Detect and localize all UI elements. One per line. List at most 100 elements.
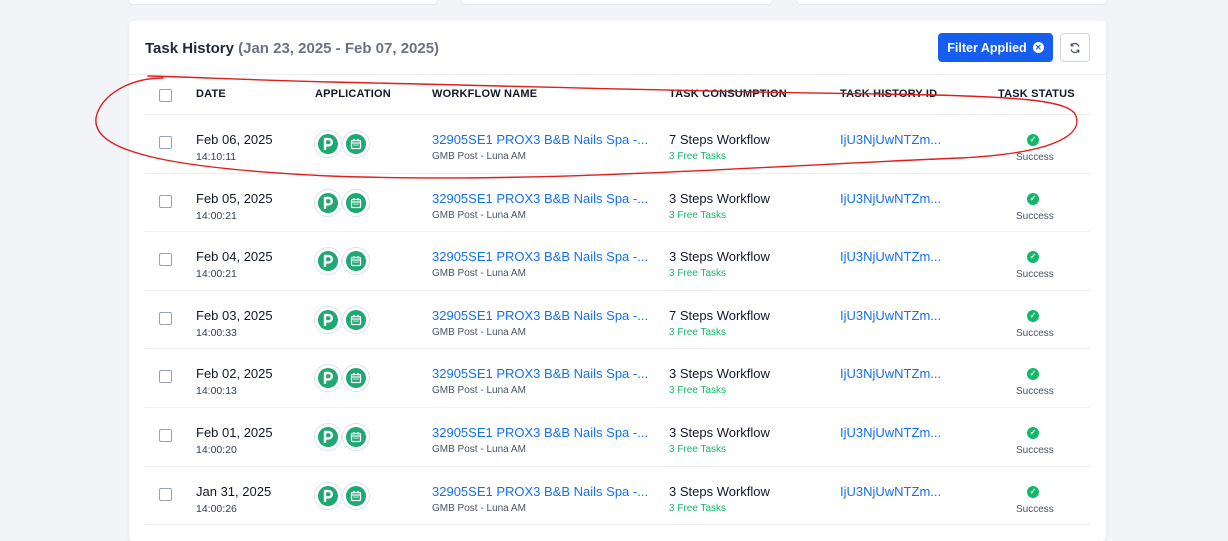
task-consumption: 7 Steps Workflow — [669, 132, 770, 147]
date-range: (Jan 23, 2025 - Feb 07, 2025) — [238, 40, 440, 57]
check-circle-icon: ✓ — [1027, 192, 1039, 205]
panel-header: Task History (Jan 23, 2025 - Feb 07, 202… — [129, 21, 1106, 75]
check-circle-icon: ✓ — [1027, 427, 1039, 439]
workflow-name-link[interactable]: 32905SE1 PROX3 B&B Nails Spa -... — [432, 191, 648, 206]
pabbly-p-icon — [314, 481, 342, 510]
status-badge: Success — [1016, 445, 1054, 456]
row-checkbox[interactable] — [159, 136, 172, 149]
row-time: 14:00:33 — [196, 326, 237, 339]
summary-card — [797, 0, 1106, 4]
status-badge: Success — [1016, 152, 1054, 163]
pabbly-p-icon — [314, 130, 342, 158]
column-header-workflow-name[interactable]: WORKFLOW NAME — [432, 88, 537, 100]
workflow-subtitle: GMB Post - Luna AM — [432, 444, 526, 455]
refresh-icon — [1070, 42, 1080, 53]
free-tasks-label: 3 Free Tasks — [669, 209, 727, 221]
free-tasks-label: 3 Free Tasks — [669, 502, 727, 514]
free-tasks-label: 3 Free Tasks — [669, 385, 727, 397]
task-consumption: 3 Steps Workflow — [669, 249, 770, 265]
calendar-schedule-icon — [342, 481, 370, 510]
table-row[interactable]: Feb 06, 2025 14:10:11 32905SE1 PROX3 B&B… — [145, 115, 1090, 174]
table-row[interactable]: Feb 04, 2025 14:00:21 32905SE1 PROX3 B&B… — [145, 232, 1090, 291]
status-badge: Success — [1016, 503, 1054, 515]
task-history-id-link[interactable]: IjU3NjUwNTZm... — [840, 308, 941, 323]
task-history-panel: Task History (Jan 23, 2025 - Feb 07, 202… — [129, 21, 1106, 541]
workflow-subtitle: GMB Post - Luna AM — [432, 268, 526, 280]
table-row[interactable]: Feb 01, 2025 14:00:20 32905SE1 PROX3 B&B… — [145, 408, 1090, 467]
row-time: 14:00:20 — [196, 444, 237, 456]
refresh-button[interactable] — [1060, 33, 1090, 62]
filter-button-label: Filter Applied — [947, 40, 1027, 55]
workflow-subtitle: GMB Post - Luna AM — [432, 151, 526, 162]
workflow-subtitle: GMB Post - Luna AM — [432, 326, 526, 338]
pabbly-p-icon — [314, 188, 342, 217]
task-history-id-link[interactable]: IjU3NjUwNTZm... — [840, 132, 941, 147]
status-badge: Success — [1016, 210, 1054, 222]
row-checkbox[interactable] — [159, 311, 172, 325]
row-date: Jan 31, 2025 — [196, 483, 272, 499]
table-row[interactable]: Jan 31, 2025 14:00:26 32905SE1 PROX3 B&B… — [145, 467, 1090, 526]
column-header-task-status[interactable]: TASK STATUS — [998, 88, 1075, 100]
check-circle-icon: ✓ — [1027, 485, 1039, 498]
task-history-id-link[interactable]: IjU3NjUwNTZm... — [840, 191, 941, 206]
task-history-id-link[interactable]: IjU3NjUwNTZm... — [840, 249, 941, 264]
row-checkbox[interactable] — [159, 429, 172, 442]
column-header-task-consumption[interactable]: TASK CONSUMPTION — [669, 88, 787, 100]
status-badge: Success — [1016, 269, 1054, 281]
pabbly-p-icon — [314, 423, 342, 451]
column-header-task-history-id[interactable]: TASK HISTORY ID — [840, 88, 937, 100]
row-time: 14:00:21 — [196, 209, 237, 222]
select-all-checkbox[interactable] — [159, 89, 172, 102]
row-date: Feb 04, 2025 — [196, 249, 273, 265]
table-header: DATE APPLICATION WORKFLOW NAME TASK CONS… — [145, 75, 1090, 115]
status-badge: Success — [1016, 386, 1054, 398]
workflow-subtitle: GMB Post - Luna AM — [432, 385, 526, 397]
page-title: Task History (Jan 23, 2025 - Feb 07, 202… — [145, 40, 439, 57]
check-circle-icon: ✓ — [1027, 134, 1039, 146]
column-header-application[interactable]: APPLICATION — [315, 88, 391, 100]
top-cards — [0, 0, 1228, 6]
row-date: Feb 01, 2025 — [196, 425, 273, 440]
table-row[interactable]: Feb 02, 2025 14:00:13 32905SE1 PROX3 B&B… — [145, 349, 1090, 408]
filter-applied-button[interactable]: Filter Applied ✕ — [938, 33, 1053, 62]
table-row[interactable]: Feb 05, 2025 14:00:21 32905SE1 PROX3 B&B… — [145, 174, 1090, 233]
row-date: Feb 02, 2025 — [196, 366, 273, 382]
workflow-subtitle: GMB Post - Luna AM — [432, 502, 526, 514]
task-consumption: 3 Steps Workflow — [669, 190, 770, 206]
row-checkbox[interactable] — [159, 487, 172, 501]
free-tasks-label: 3 Free Tasks — [669, 326, 727, 338]
row-checkbox[interactable] — [159, 253, 172, 267]
status-badge: Success — [1016, 327, 1054, 339]
free-tasks-label: 3 Free Tasks — [669, 268, 727, 280]
workflow-name-link[interactable]: 32905SE1 PROX3 B&B Nails Spa -... — [432, 366, 648, 381]
column-header-date[interactable]: DATE — [196, 88, 226, 100]
calendar-schedule-icon — [342, 130, 370, 158]
task-history-id-link[interactable]: IjU3NjUwNTZm... — [840, 425, 941, 440]
calendar-schedule-icon — [342, 423, 370, 451]
row-checkbox[interactable] — [159, 370, 172, 384]
task-history-id-link[interactable]: IjU3NjUwNTZm... — [840, 366, 941, 381]
task-consumption: 3 Steps Workflow — [669, 366, 770, 382]
check-circle-icon: ✓ — [1027, 368, 1039, 381]
task-consumption: 7 Steps Workflow — [669, 307, 770, 323]
workflow-name-link[interactable]: 32905SE1 PROX3 B&B Nails Spa -... — [432, 132, 648, 147]
row-time: 14:00:13 — [196, 385, 237, 398]
clear-filter-icon[interactable]: ✕ — [1032, 42, 1044, 53]
table-row[interactable]: Feb 03, 2025 14:00:33 32905SE1 PROX3 B&B… — [145, 291, 1090, 350]
row-date: Feb 03, 2025 — [196, 307, 273, 323]
check-circle-icon: ✓ — [1027, 251, 1039, 264]
workflow-name-link[interactable]: 32905SE1 PROX3 B&B Nails Spa -... — [432, 308, 648, 323]
row-checkbox[interactable] — [159, 194, 172, 208]
row-time: 14:00:21 — [196, 268, 237, 281]
pabbly-p-icon — [314, 305, 342, 334]
task-history-id-link[interactable]: IjU3NjUwNTZm... — [840, 484, 941, 499]
calendar-schedule-icon — [342, 247, 370, 276]
workflow-subtitle: GMB Post - Luna AM — [432, 209, 526, 221]
row-date: Feb 05, 2025 — [196, 190, 273, 206]
workflow-name-link[interactable]: 32905SE1 PROX3 B&B Nails Spa -... — [432, 484, 648, 499]
pabbly-p-icon — [314, 364, 342, 393]
workflow-name-link[interactable]: 32905SE1 PROX3 B&B Nails Spa -... — [432, 249, 648, 264]
workflow-name-link[interactable]: 32905SE1 PROX3 B&B Nails Spa -... — [432, 425, 648, 440]
row-time: 14:10:11 — [196, 151, 237, 163]
task-consumption: 3 Steps Workflow — [669, 425, 770, 440]
